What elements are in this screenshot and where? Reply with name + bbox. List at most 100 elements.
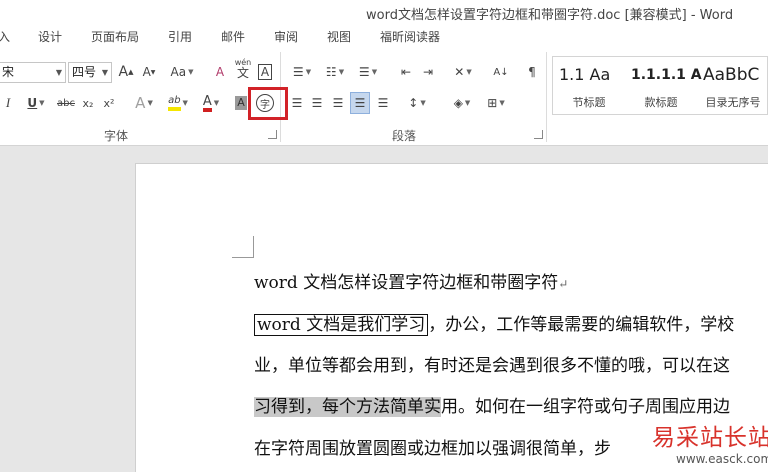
- subscript-icon: x₂: [82, 96, 94, 110]
- bullets-button[interactable]: ☰ ▼: [287, 61, 317, 83]
- style-item-toc-unnumbered[interactable]: AaBbC 目录无序号: [697, 57, 768, 114]
- font-size-combo[interactable]: 四号 ▼: [68, 62, 112, 83]
- subscript-button[interactable]: x₂: [79, 92, 97, 114]
- eraser-icon: A: [215, 65, 225, 79]
- font-name-value: 宋: [2, 65, 15, 79]
- chevron-down-icon: ▼: [213, 99, 220, 107]
- chevron-down-icon: ▼: [371, 68, 378, 76]
- chevron-down-icon: ▼: [147, 99, 153, 107]
- style-item-clause-heading[interactable]: 1.1.1.1 A 款标题: [625, 57, 702, 114]
- asian-layout-button[interactable]: ✕ ▼: [448, 61, 478, 83]
- superscript-button[interactable]: x²: [100, 92, 118, 114]
- doc-text: 业，单位等都会用到，有时还是会遇到很多不懂的哦，可以在这: [254, 356, 730, 376]
- paint-bucket-icon: ◈: [453, 96, 463, 110]
- doc-text: ，办公，工作等最需要的编辑软件，学校: [428, 315, 735, 335]
- window-title: word文档怎样设置字符边框和带圈字符.doc [兼容模式] - Word: [366, 8, 734, 23]
- borders-button[interactable]: ⊞ ▼: [480, 92, 512, 114]
- font-color-icon: A: [202, 95, 212, 112]
- justify-icon: ☰: [354, 96, 366, 110]
- align-right-icon: ☰: [332, 96, 344, 110]
- multilevel-list-button[interactable]: ☰ ▼: [353, 61, 383, 83]
- tab-foxit-reader[interactable]: 福昕阅读器: [380, 28, 440, 45]
- align-center-button[interactable]: ☰: [308, 92, 326, 114]
- tab-mailings[interactable]: 邮件: [221, 28, 245, 45]
- tab-references[interactable]: 引用: [168, 28, 192, 45]
- text-effects-button[interactable]: A ▼: [130, 92, 158, 114]
- align-left-button[interactable]: ☰: [288, 92, 306, 114]
- text-effects-icon: A: [135, 94, 146, 112]
- italic-icon: I: [5, 95, 11, 110]
- chevron-down-icon: ▼: [499, 99, 505, 107]
- underline-icon: U: [27, 96, 38, 110]
- doc-title-line[interactable]: word 文档怎样设置字符边框和带圈字符↵: [254, 268, 568, 293]
- doc-line-4[interactable]: 习得到，每个方法简单实用。如何在一组字符或句子周围应用边: [254, 392, 730, 417]
- chevron-down-icon: ▼: [182, 99, 188, 107]
- sort-button[interactable]: A↓: [490, 61, 512, 83]
- font-color-button[interactable]: A ▼: [198, 92, 224, 114]
- change-case-icon: Aa: [170, 65, 187, 79]
- decrease-indent-icon: ⇤: [400, 65, 412, 79]
- phonetic-guide-icon: 文: [236, 66, 249, 80]
- distributed-button[interactable]: ☰: [373, 92, 393, 114]
- tab-page-layout[interactable]: 页面布局: [91, 28, 139, 45]
- bullet-list-icon: ☰: [292, 65, 304, 79]
- superscript-icon: x²: [103, 96, 115, 110]
- multilevel-list-icon: ☰: [358, 65, 370, 79]
- italic-button[interactable]: I: [2, 92, 14, 114]
- tab-review[interactable]: 审阅: [274, 28, 298, 45]
- tab-insert[interactable]: 入: [0, 28, 10, 45]
- clear-format-button[interactable]: A: [210, 61, 230, 83]
- chevron-down-icon: ▼: [466, 68, 472, 76]
- justify-button[interactable]: ☰: [350, 92, 370, 114]
- style-item-section-heading[interactable]: 1.1 Aa 节标题: [553, 57, 625, 114]
- doc-text: 在字符周围放置圆圈或边框加以强调很简单，步: [254, 439, 611, 459]
- grow-font-button[interactable]: A ▲: [117, 61, 135, 83]
- increase-indent-icon: ⇥: [422, 65, 434, 79]
- sort-icon: A↓: [493, 66, 509, 78]
- highlight-annotation-box: [248, 87, 288, 120]
- paragraph-dialog-launcher-icon[interactable]: [534, 130, 543, 139]
- watermark-url: www.easck.com: [676, 452, 768, 466]
- style-preview: 1.1 Aa: [559, 65, 611, 84]
- font-name-combo[interactable]: 宋 ▼: [0, 62, 66, 83]
- increase-indent-button[interactable]: ⇥: [418, 61, 438, 83]
- grow-font-icon: A: [118, 64, 129, 80]
- line-spacing-button[interactable]: ↕ ▼: [402, 92, 432, 114]
- highlight-button[interactable]: ab ▼: [163, 92, 193, 114]
- char-shading-icon: A: [235, 96, 247, 110]
- doc-line-3[interactable]: 业，单位等都会用到，有时还是会遇到很多不懂的哦，可以在这: [254, 351, 730, 376]
- chevron-down-icon: ▼: [305, 68, 312, 76]
- char-border-icon: A: [257, 64, 273, 80]
- char-border-button[interactable]: A: [256, 61, 274, 83]
- shading-button[interactable]: ◈ ▼: [447, 92, 477, 114]
- phonetic-guide-button[interactable]: wén 文: [233, 57, 253, 79]
- doc-line-5[interactable]: 在字符周围放置圆圈或边框加以强调很简单，步: [254, 434, 611, 459]
- align-right-button[interactable]: ☰: [329, 92, 347, 114]
- strikethrough-button[interactable]: abc: [55, 92, 77, 114]
- group-divider: [546, 52, 547, 142]
- shaded-text: 习得到，每个方法简单实: [254, 397, 441, 417]
- numbering-button[interactable]: ☷ ▼: [320, 61, 350, 83]
- tab-view[interactable]: 视图: [327, 28, 351, 45]
- tab-design[interactable]: 设计: [38, 28, 62, 45]
- numbered-list-icon: ☷: [325, 65, 337, 79]
- show-marks-button[interactable]: ¶: [523, 61, 541, 83]
- doc-line-2[interactable]: word 文档是我们学习 ，办公，工作等最需要的编辑软件，学校: [254, 310, 735, 336]
- style-caption: 目录无序号: [705, 96, 761, 109]
- chevron-down-icon: ▼: [55, 68, 62, 77]
- underline-button[interactable]: U ▼: [24, 92, 48, 114]
- paragraph-mark-icon: ↵: [558, 277, 569, 291]
- chevron-down-icon: ▼: [101, 68, 108, 77]
- char-shading-button[interactable]: A: [233, 92, 249, 114]
- strikethrough-icon: abc: [57, 97, 75, 109]
- highlighter-icon: ab: [168, 95, 181, 111]
- change-case-button[interactable]: Aa ▼: [167, 61, 197, 83]
- style-caption: 节标题: [572, 96, 606, 109]
- decrease-indent-button[interactable]: ⇤: [396, 61, 416, 83]
- shrink-font-icon: A: [142, 65, 151, 79]
- font-dialog-launcher-icon[interactable]: [268, 130, 277, 139]
- chevron-down-icon: ▼: [338, 68, 345, 76]
- doc-text: 用。如何在一组字符或句子周围应用边: [441, 397, 730, 417]
- shrink-font-button[interactable]: A ▼: [140, 61, 158, 83]
- align-center-icon: ☰: [311, 96, 323, 110]
